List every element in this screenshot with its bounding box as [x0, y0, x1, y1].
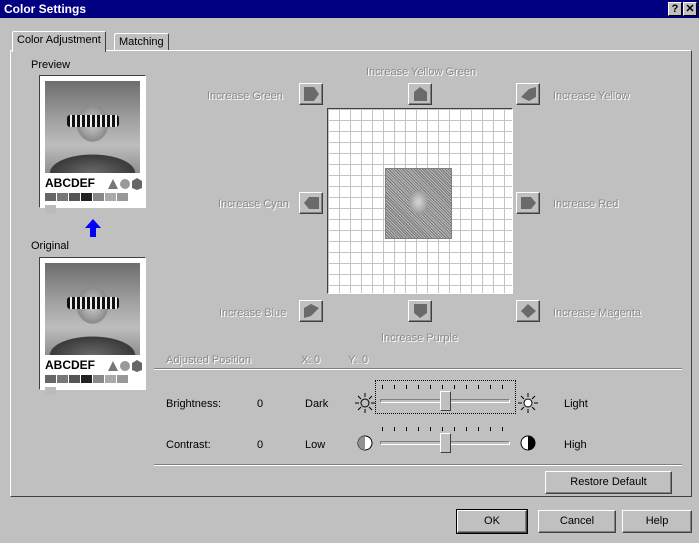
increase-blue-button[interactable]: [299, 300, 323, 322]
arrow-up-left-icon: [304, 87, 319, 101]
preview-sample-text: ABCDEF: [45, 176, 95, 190]
original-label: Original: [31, 240, 69, 252]
increase-green-label: Increase Green: [207, 90, 283, 102]
high-contrast-icon: [520, 435, 536, 451]
brightness-value: 0: [257, 398, 264, 410]
separator: [154, 464, 682, 466]
low-contrast-icon: [357, 435, 373, 451]
sample-shapes-icon: [108, 178, 142, 190]
original-thumbnail: ABCDEF: [39, 257, 146, 395]
contrast-ticks: [382, 427, 508, 431]
position-y-label: Y:: [348, 354, 358, 366]
contrast-thumb[interactable]: [439, 433, 451, 453]
arrow-up-icon: [414, 87, 427, 101]
increase-yellow-button[interactable]: [516, 83, 540, 105]
tab-matching[interactable]: Matching: [114, 33, 169, 51]
arrow-up-right-icon: [521, 87, 536, 101]
increase-cyan-label: Increase Cyan: [218, 198, 289, 210]
increase-blue-label: Increase Blue: [219, 307, 287, 319]
contrast-label: Contrast:: [166, 439, 211, 451]
original-sample-text: ABCDEF: [45, 358, 95, 372]
brightness-slider[interactable]: [375, 380, 516, 414]
cancel-label: Cancel: [559, 515, 595, 527]
contrast-max-label: High: [564, 439, 587, 451]
adjusted-position-label: Adjusted Position: [166, 354, 251, 366]
arrow-down-left-icon: [304, 304, 319, 318]
arrow-right-icon: [521, 197, 536, 209]
close-icon[interactable]: ✕: [683, 2, 697, 16]
brightness-thumb[interactable]: [439, 391, 451, 411]
tab-color-adjustment[interactable]: Color Adjustment: [12, 31, 106, 52]
ok-label: OK: [484, 515, 500, 527]
contrast-min-label: Low: [305, 439, 326, 451]
light-sun-icon: [518, 393, 538, 413]
increase-green-button[interactable]: [299, 83, 323, 105]
increase-magenta-label: Increase Magenta: [553, 307, 642, 319]
brightness-ticks: [382, 385, 508, 389]
increase-red-label: Increase Red: [553, 198, 619, 210]
window-title: Color Settings: [4, 2, 87, 16]
brightness-label: Brightness:: [166, 398, 222, 410]
title-bar: Color Settings ? ✕: [0, 0, 699, 18]
increase-yellow-green-label: Increase Yellow Green: [366, 66, 477, 78]
increase-yellow-label: Increase Yellow: [553, 90, 630, 102]
increase-red-button[interactable]: [516, 192, 540, 214]
increase-cyan-button[interactable]: [299, 192, 323, 214]
preview-thumbnail: ABCDEF: [39, 75, 146, 213]
arrow-left-icon: [304, 197, 319, 209]
preview-label: Preview: [31, 59, 71, 71]
contrast-slider[interactable]: [376, 423, 515, 455]
sample-shapes-icon: [108, 360, 142, 372]
arrow-down-right-icon: [521, 304, 536, 318]
grid-center-preview: [385, 168, 452, 239]
restore-default-label: Restore Default: [570, 476, 647, 488]
restore-default-button[interactable]: Restore Default: [545, 471, 672, 494]
preview-swatches: [45, 192, 140, 213]
help-label: Help: [645, 515, 669, 527]
dark-sun-icon: [355, 393, 375, 413]
brightness-max-label: Light: [564, 398, 588, 410]
brightness-min-label: Dark: [305, 398, 329, 410]
cancel-button[interactable]: Cancel: [538, 510, 616, 533]
increase-yellow-green-button[interactable]: [408, 83, 432, 105]
original-swatches: [45, 374, 140, 395]
position-x-value: 0: [314, 354, 321, 366]
increase-purple-button[interactable]: [408, 300, 432, 322]
contrast-value: 0: [257, 439, 264, 451]
separator: [154, 368, 682, 370]
help-icon[interactable]: ?: [668, 2, 682, 16]
increase-purple-label: Increase Purple: [381, 332, 459, 344]
ok-button[interactable]: OK: [456, 509, 528, 534]
tab-matching-label: Matching: [119, 36, 164, 48]
increase-magenta-button[interactable]: [516, 300, 540, 322]
arrow-down-icon: [414, 304, 427, 318]
arrow-up-icon: [85, 219, 101, 237]
position-x-label: X:: [301, 354, 312, 366]
position-y-value: 0: [362, 354, 369, 366]
help-button[interactable]: Help: [622, 510, 692, 533]
tab-color-adjustment-label: Color Adjustment: [17, 34, 101, 46]
